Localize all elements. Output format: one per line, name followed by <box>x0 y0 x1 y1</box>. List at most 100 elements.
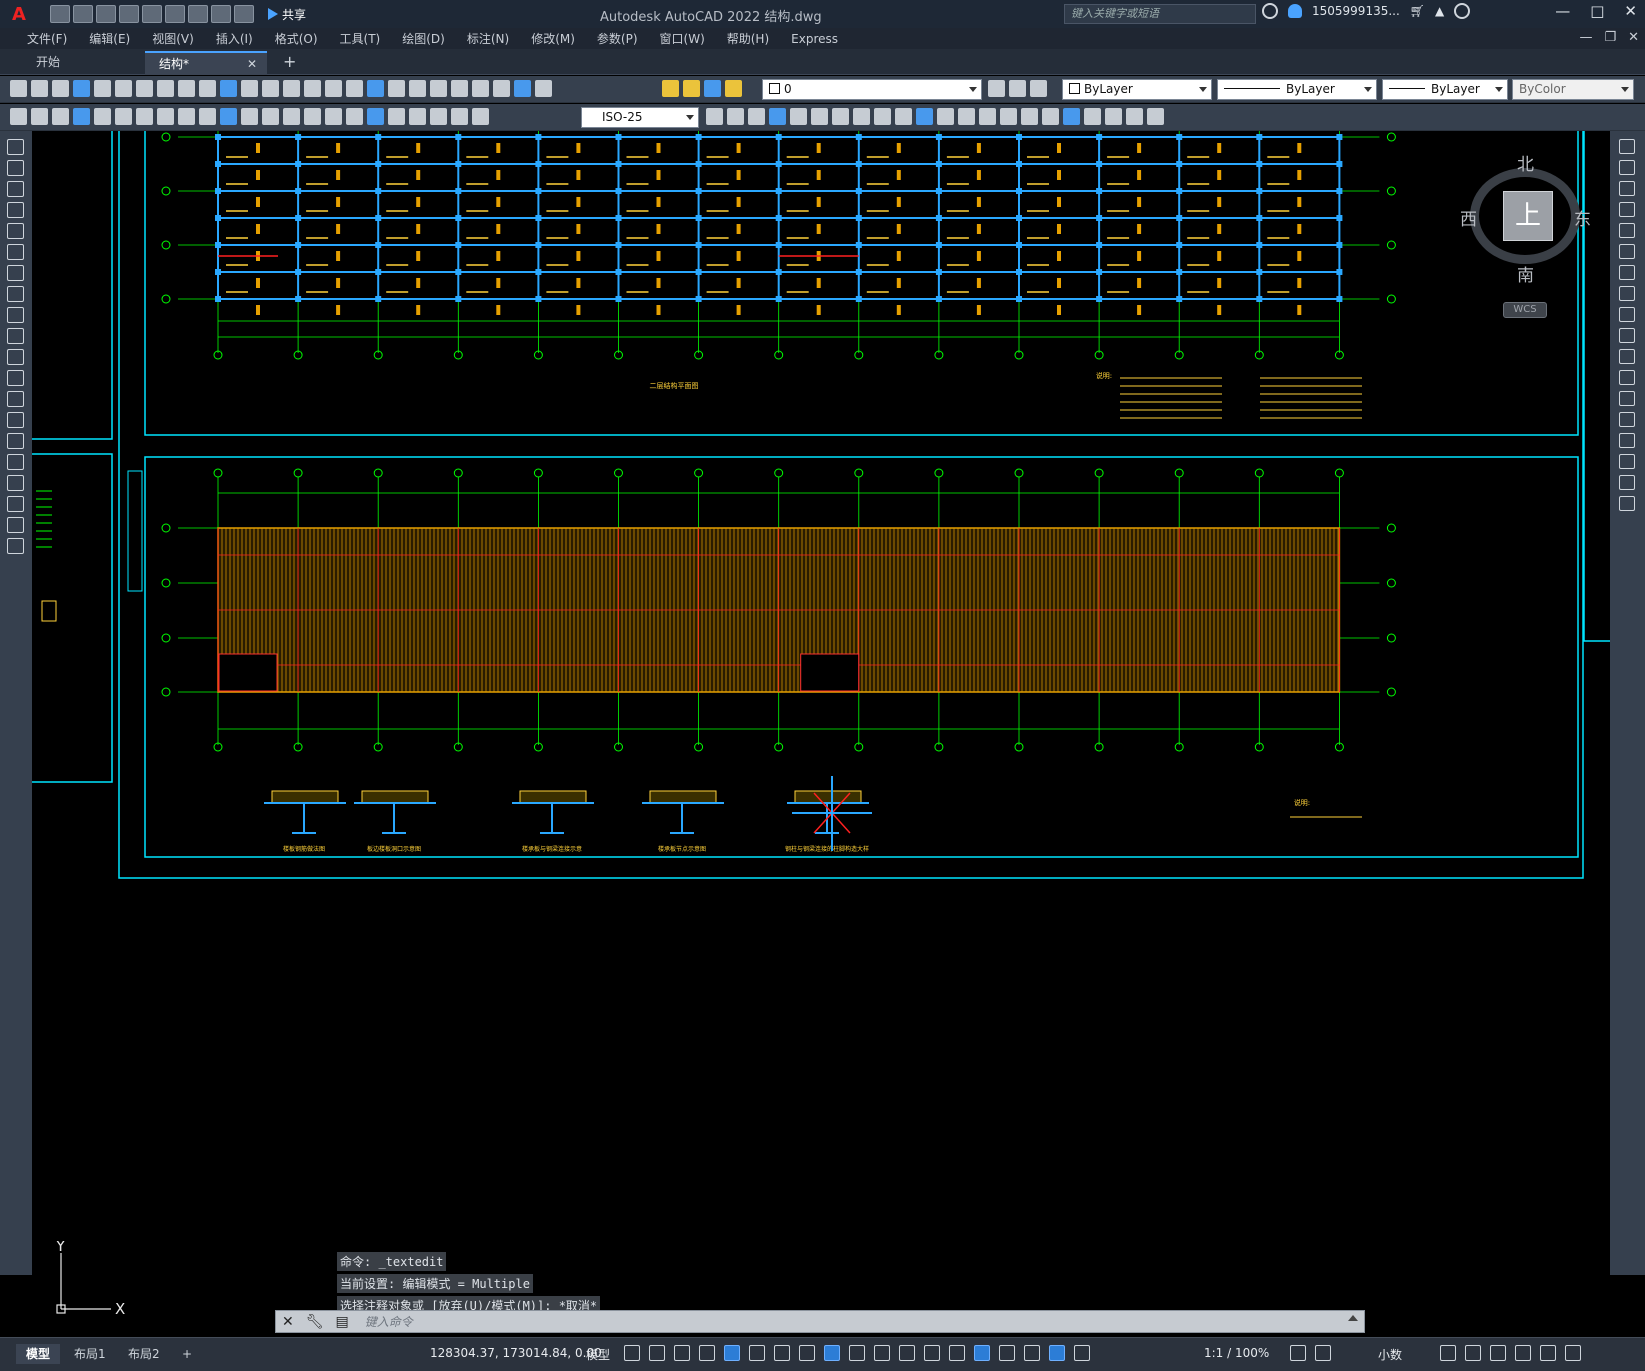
quick-dim-icon[interactable] <box>241 108 258 125</box>
open-icon[interactable] <box>73 5 93 23</box>
tab-close-icon[interactable]: ✕ <box>247 53 257 75</box>
infer-constraints-icon[interactable] <box>674 1345 690 1361</box>
layer-walk-icon[interactable] <box>52 108 69 125</box>
maximize-icon[interactable]: □ <box>1590 2 1604 20</box>
rectangle-icon[interactable] <box>7 223 24 239</box>
annotation-scale[interactable]: 1:1 / 100% <box>1204 1346 1269 1360</box>
graphics-performance-icon[interactable] <box>1515 1345 1531 1361</box>
move-icon[interactable] <box>1619 244 1635 259</box>
user-icon[interactable] <box>1288 4 1302 18</box>
line-icon[interactable] <box>7 139 24 155</box>
doc-minimize-icon[interactable]: — <box>1579 30 1592 45</box>
menu-item[interactable]: 修改(M) <box>520 30 586 47</box>
minimize-icon[interactable]: — <box>1555 2 1570 20</box>
menu-item[interactable]: 视图(V) <box>141 30 205 47</box>
command-input[interactable]: 键入命令 <box>355 1313 413 1330</box>
menu-item[interactable]: Express <box>780 32 849 46</box>
orbit-icon[interactable] <box>1063 108 1080 125</box>
command-customize-icon[interactable]: 🔧︎ <box>300 1314 330 1330</box>
add-layout-icon[interactable]: + <box>172 1344 202 1364</box>
offset-icon[interactable] <box>1619 202 1635 217</box>
annotation-monitor-icon[interactable] <box>1315 1345 1331 1361</box>
doc-close-icon[interactable]: ✕ <box>1628 30 1639 45</box>
layer-properties-icon[interactable] <box>535 80 552 97</box>
slice-icon[interactable] <box>874 108 891 125</box>
layer-lock-icon[interactable] <box>725 80 742 97</box>
center-mark-icon[interactable] <box>367 108 384 125</box>
sheet-set-icon[interactable] <box>451 80 468 97</box>
3d-osnap-icon[interactable] <box>924 1345 940 1361</box>
circle-icon[interactable] <box>7 265 24 281</box>
jogged-dim-icon[interactable] <box>178 108 195 125</box>
table-icon[interactable] <box>7 496 24 512</box>
sphere-icon[interactable] <box>769 108 786 125</box>
menu-item[interactable]: 参数(P) <box>586 30 649 47</box>
tab-structure[interactable]: 结构* ✕ <box>145 51 267 75</box>
chamfer-icon[interactable] <box>1619 433 1635 448</box>
fillet-icon[interactable] <box>1619 454 1635 469</box>
linear-dim-icon[interactable] <box>73 108 90 125</box>
color-dropdown[interactable]: ByLayer <box>1062 79 1212 100</box>
scale-icon[interactable] <box>1619 286 1635 301</box>
save-web-icon[interactable] <box>165 5 185 23</box>
section-icon[interactable] <box>895 108 912 125</box>
viewcube-west[interactable]: 西 <box>1460 205 1477 230</box>
tolerance-icon[interactable] <box>346 108 363 125</box>
construction-line-icon[interactable] <box>7 160 24 176</box>
ucs-icon[interactable] <box>1126 108 1143 125</box>
design-center-icon[interactable] <box>409 80 426 97</box>
quickcalc-icon[interactable] <box>493 80 510 97</box>
polyline-icon[interactable] <box>7 181 24 197</box>
undo-icon[interactable] <box>211 5 231 23</box>
make-current-icon[interactable] <box>988 80 1005 97</box>
quick-properties-icon[interactable] <box>1440 1345 1456 1361</box>
ellipse-arc-icon[interactable] <box>7 349 24 365</box>
auto-scale-icon[interactable] <box>1049 1345 1065 1361</box>
polygon-icon[interactable] <box>7 202 24 218</box>
selection-cycling-icon[interactable] <box>899 1345 915 1361</box>
mirror-icon[interactable] <box>1619 181 1635 196</box>
jogged-linear-icon[interactable] <box>409 108 426 125</box>
aligned-dim-icon[interactable] <box>94 108 111 125</box>
plot-icon[interactable] <box>73 80 90 97</box>
dim-edit-icon[interactable] <box>430 108 447 125</box>
viewcube-east[interactable]: 东 <box>1574 205 1591 230</box>
annotation-visibility-icon[interactable] <box>1024 1345 1040 1361</box>
menu-item[interactable]: 绘图(D) <box>391 30 456 47</box>
snap-icon[interactable] <box>649 1345 665 1361</box>
customization-icon[interactable] <box>1565 1345 1581 1361</box>
arc-length-icon[interactable] <box>115 108 132 125</box>
rotate-icon[interactable] <box>1619 265 1635 280</box>
annotation-scale-icon[interactable] <box>1074 1345 1090 1361</box>
point-icon[interactable] <box>7 412 24 428</box>
menu-item[interactable]: 编辑(E) <box>78 30 141 47</box>
baseline-dim-icon[interactable] <box>262 108 279 125</box>
cart-icon[interactable]: 🛒︎ <box>1410 4 1425 18</box>
pan-icon[interactable] <box>304 80 321 97</box>
properties-icon[interactable] <box>388 80 405 97</box>
lineweight-dropdown[interactable]: ByLayer <box>1382 79 1508 100</box>
gizmo-icon[interactable] <box>999 1345 1015 1361</box>
isolate-objects-icon[interactable] <box>1490 1345 1506 1361</box>
diameter-dim-icon[interactable] <box>199 108 216 125</box>
cut-icon[interactable] <box>157 80 174 97</box>
ucs-world-icon[interactable] <box>1147 108 1164 125</box>
menu-item[interactable]: 工具(T) <box>329 30 392 47</box>
block-editor-icon[interactable] <box>241 80 258 97</box>
visual-style-icon[interactable] <box>1105 108 1122 125</box>
share-button[interactable]: 共享 <box>262 4 312 25</box>
doc-restore-icon[interactable]: ❐ <box>1604 30 1616 45</box>
plot-preview-icon[interactable] <box>94 80 111 97</box>
command-close-icon[interactable]: ✕ <box>276 1314 300 1330</box>
add-selected-icon[interactable] <box>7 538 24 554</box>
extrude-icon[interactable] <box>832 108 849 125</box>
box-icon[interactable] <box>706 108 723 125</box>
stretch-icon[interactable] <box>1619 307 1635 322</box>
markup-icon[interactable] <box>472 80 489 97</box>
layout-tab-layout1[interactable]: 布局1 <box>64 1344 116 1364</box>
workspace-gear-icon[interactable] <box>1290 1345 1306 1361</box>
undo-icon[interactable] <box>262 80 279 97</box>
cylinder-icon[interactable] <box>790 108 807 125</box>
redo-icon[interactable] <box>234 5 254 23</box>
make-block-icon[interactable] <box>7 391 24 407</box>
